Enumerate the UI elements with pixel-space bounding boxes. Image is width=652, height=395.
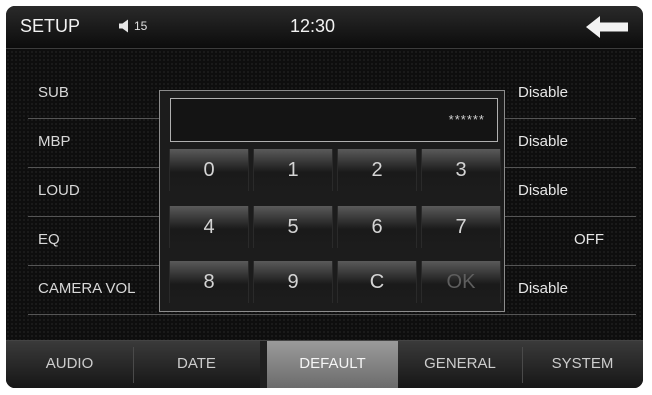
- row-label-mbp: MBP: [38, 133, 71, 150]
- key-7[interactable]: 7: [421, 206, 501, 248]
- row-value-loud[interactable]: Disable: [518, 182, 608, 199]
- password-keypad: ****** 0 1 2 3 4 5 6 7 8 9 C OK: [159, 90, 505, 312]
- row-label-camera-vol: CAMERA VOL: [38, 280, 136, 297]
- key-1[interactable]: 1: [253, 149, 333, 191]
- tab-divider: [133, 347, 134, 383]
- clear-key[interactable]: C: [337, 261, 417, 303]
- key-4[interactable]: 4: [169, 206, 249, 248]
- row-label-sub: SUB: [38, 84, 69, 101]
- row-value-mbp[interactable]: Disable: [518, 133, 608, 150]
- key-5[interactable]: 5: [253, 206, 333, 248]
- row-label-loud: LOUD: [38, 182, 80, 199]
- tab-default[interactable]: DEFAULT: [267, 341, 398, 388]
- clock: 12:30: [290, 16, 336, 36]
- row-value-sub[interactable]: Disable: [518, 84, 608, 101]
- key-0[interactable]: 0: [169, 149, 249, 191]
- ok-key[interactable]: OK: [421, 261, 501, 303]
- tab-system[interactable]: SYSTEM: [522, 341, 643, 388]
- row-label-eq: EQ: [38, 231, 60, 248]
- key-3[interactable]: 3: [421, 149, 501, 191]
- key-2[interactable]: 2: [337, 149, 417, 191]
- key-8[interactable]: 8: [169, 261, 249, 303]
- back-arrow-icon[interactable]: [586, 16, 628, 38]
- tab-audio[interactable]: AUDIO: [6, 341, 133, 388]
- bottom-tab-bar: AUDIO DATE DEFAULT GENERAL SYSTEM: [6, 340, 643, 388]
- header-bar: SETUP 15 12:30: [6, 6, 643, 49]
- tab-divider: [522, 347, 523, 383]
- key-9[interactable]: 9: [253, 261, 333, 303]
- setup-screen: SETUP 15 12:30 SUB Disable MBP Disable L…: [6, 6, 643, 388]
- row-value-eq[interactable]: OFF: [518, 231, 604, 248]
- password-mask: ******: [448, 112, 485, 127]
- speaker-icon: [119, 19, 128, 33]
- tab-general[interactable]: GENERAL: [398, 341, 522, 388]
- key-6[interactable]: 6: [337, 206, 417, 248]
- page-title: SETUP: [20, 16, 81, 36]
- password-field[interactable]: ******: [170, 98, 498, 142]
- row-value-camera-vol[interactable]: Disable: [518, 280, 608, 297]
- volume-level: 15: [134, 19, 148, 33]
- tab-date[interactable]: DATE: [133, 341, 260, 388]
